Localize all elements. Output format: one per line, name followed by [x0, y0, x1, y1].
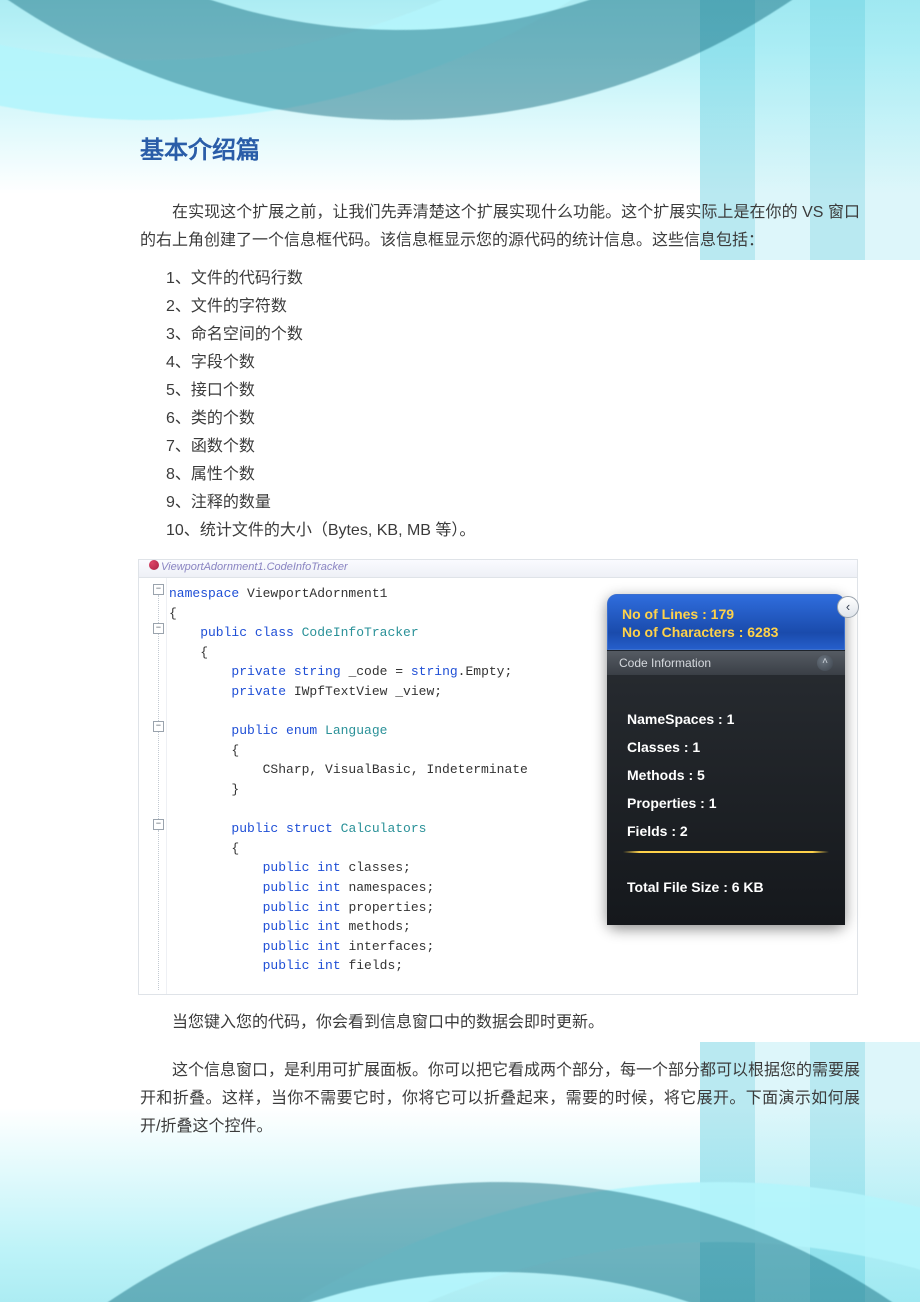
- chars-count: No of Characters : 6283: [622, 623, 830, 641]
- panel-subheader[interactable]: Code Information ˄: [607, 650, 845, 675]
- stats-list-item: 6、类的个数: [166, 405, 860, 433]
- panel-collapse-button[interactable]: ‹: [837, 596, 859, 618]
- stats-list: 1、文件的代码行数2、文件的字符数3、命名空间的个数4、字段个数5、接口个数6、…: [166, 265, 860, 545]
- chevron-up-icon[interactable]: ˄: [817, 655, 833, 671]
- fold-toggle[interactable]: −: [153, 623, 164, 634]
- panel-stat-row: Properties : 1: [627, 795, 825, 811]
- pin-icon: [149, 560, 159, 570]
- intro-paragraph: 在实现这个扩展之前，让我们先弄清楚这个扩展实现什么功能。这个扩展实际上是在你的 …: [140, 199, 860, 255]
- code-gutter: − − − −: [139, 578, 167, 994]
- info-panel: ‹ No of Lines : 179 No of Characters : 6…: [607, 594, 845, 925]
- stats-list-item: 8、属性个数: [166, 461, 860, 489]
- stats-list-item: 4、字段个数: [166, 349, 860, 377]
- stats-list-item: 9、注释的数量: [166, 489, 860, 517]
- stats-list-item: 7、函数个数: [166, 433, 860, 461]
- panel-stat-row: Classes : 1: [627, 739, 825, 755]
- fold-toggle[interactable]: −: [153, 721, 164, 732]
- panel-header[interactable]: No of Lines : 179 No of Characters : 628…: [607, 594, 845, 650]
- followup-paragraph-2: 这个信息窗口，是利用可扩展面板。你可以把它看成两个部分，每一个部分都可以根据您的…: [140, 1057, 860, 1141]
- panel-stat-row: NameSpaces : 1: [627, 711, 825, 727]
- stats-list-item: 3、命名空间的个数: [166, 321, 860, 349]
- panel-stat-row: Methods : 5: [627, 767, 825, 783]
- fold-toggle[interactable]: −: [153, 584, 164, 595]
- lines-count: No of Lines : 179: [622, 605, 830, 623]
- panel-subtitle: Code Information: [619, 656, 711, 670]
- stats-list-item: 2、文件的字符数: [166, 293, 860, 321]
- panel-stat-row: Fields : 2: [627, 823, 825, 839]
- stats-list-item: 1、文件的代码行数: [166, 265, 860, 293]
- total-file-size: Total File Size : 6 KB: [627, 865, 825, 899]
- section-heading: 基本介绍篇: [140, 130, 860, 165]
- followup-paragraph-1: 当您键入您的代码，你会看到信息窗口中的数据会即时更新。: [140, 1009, 860, 1037]
- panel-separator: [623, 851, 829, 853]
- embedded-screenshot: ViewportAdornment1.CodeInfoTracker − − −…: [138, 559, 858, 995]
- fold-toggle[interactable]: −: [153, 819, 164, 830]
- editor-tab: ViewportAdornment1.CodeInfoTracker: [139, 560, 857, 578]
- code-block: namespace ViewportAdornment1 { public cl…: [169, 584, 597, 976]
- panel-body: NameSpaces : 1 Classes : 1 Methods : 5 Prop…: [607, 675, 845, 925]
- editor-tab-title: ViewportAdornment1.CodeInfoTracker: [161, 561, 348, 573]
- stats-list-item: 5、接口个数: [166, 377, 860, 405]
- stats-list-item: 10、统计文件的大小（Bytes, KB, MB 等）。: [166, 517, 860, 545]
